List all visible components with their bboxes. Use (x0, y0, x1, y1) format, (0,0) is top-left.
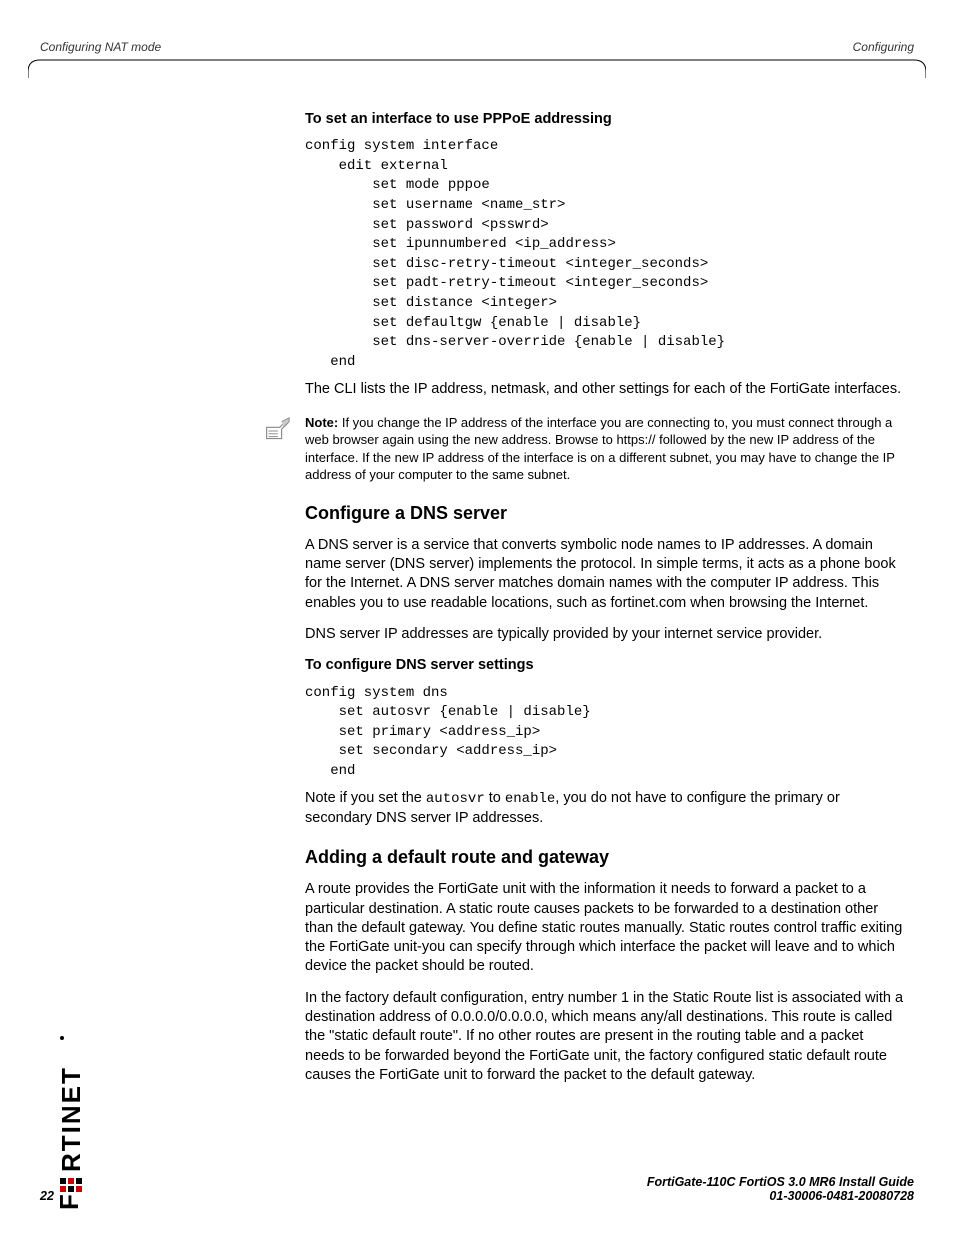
dns-heading: Configure a DNS server (305, 502, 905, 526)
fortinet-logo: F RTINET (54, 1020, 86, 1210)
dns-p1: A DNS server is a service that converts … (305, 536, 905, 613)
dns-p3: Note if you set the autosvr to enable, y… (305, 789, 905, 828)
note-body: If you change the IP address of the inte… (305, 415, 895, 483)
page-header: Configuring NAT mode Configuring (40, 40, 914, 54)
header-right: Configuring (853, 40, 914, 54)
route-p1: A route provides the FortiGate unit with… (305, 880, 905, 976)
route-heading: Adding a default route and gateway (305, 846, 905, 870)
dns-code-block: config system dns set autosvr {enable | … (305, 684, 905, 782)
note-label: Note: (305, 415, 338, 430)
dns-subtitle: To configure DNS server settings (305, 656, 905, 675)
dns-p3b: to (485, 790, 505, 806)
footer-line1: FortiGate-110C FortiOS 3.0 MR6 Install G… (647, 1175, 914, 1189)
main-content: To set an interface to use PPPoE address… (305, 110, 905, 1097)
page-number: 22 (40, 1189, 54, 1203)
svg-text:RTINET: RTINET (56, 1066, 86, 1172)
note-pencil-icon (261, 416, 291, 446)
pppoe-code-block: config system interface edit external se… (305, 137, 905, 372)
autosvr-code: autosvr (426, 791, 485, 807)
header-rule (28, 58, 926, 78)
dns-p3a: Note if you set the (305, 790, 426, 806)
pppoe-body: The CLI lists the IP address, netmask, a… (305, 380, 905, 399)
pppoe-subtitle: To set an interface to use PPPoE address… (305, 110, 905, 129)
footer-right: FortiGate-110C FortiOS 3.0 MR6 Install G… (647, 1175, 914, 1203)
route-p2: In the factory default configuration, en… (305, 989, 905, 1085)
enable-code: enable (505, 791, 555, 807)
note-text: Note: If you change the IP address of th… (305, 414, 905, 484)
dns-p2: DNS server IP addresses are typically pr… (305, 625, 905, 644)
page-footer: 22 FortiGate-110C FortiOS 3.0 MR6 Instal… (40, 1189, 914, 1203)
note-block: Note: If you change the IP address of th… (305, 414, 905, 484)
footer-line2: 01-30006-0481-20080728 (647, 1189, 914, 1203)
header-left: Configuring NAT mode (40, 40, 161, 54)
